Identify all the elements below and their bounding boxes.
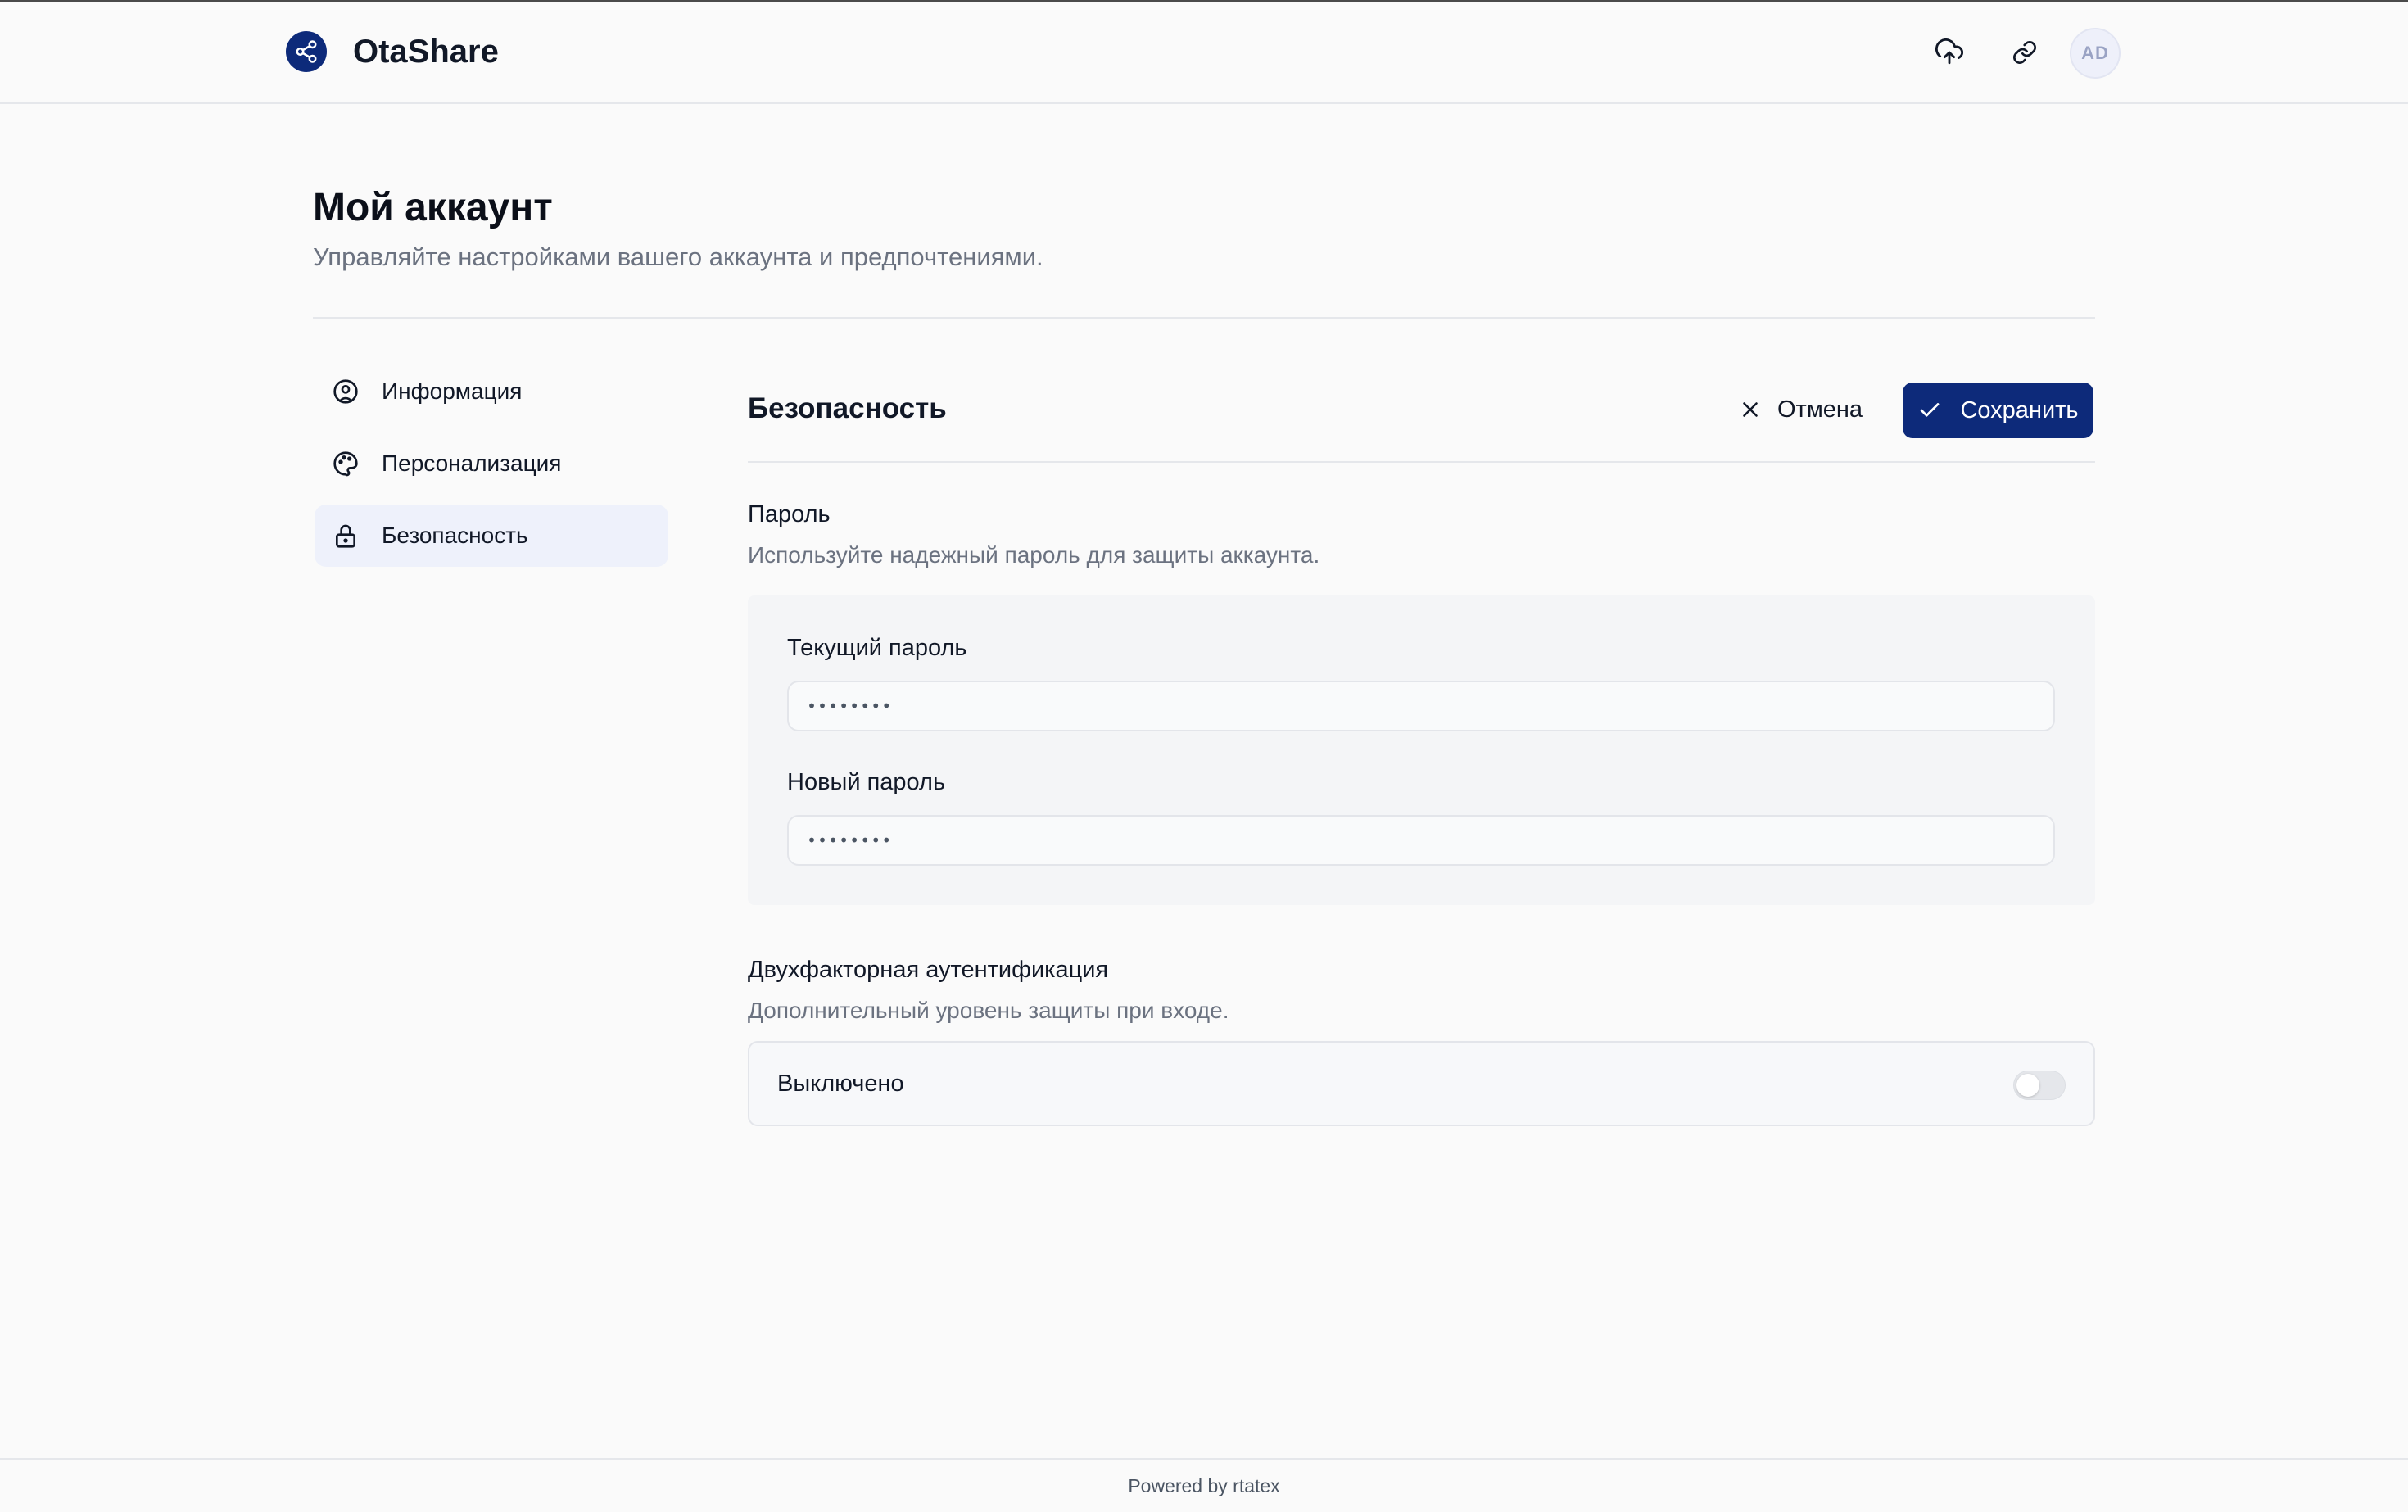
app-header: OtaShare AD [0, 2, 2408, 104]
lock-icon [329, 519, 362, 552]
cancel-button[interactable]: Отмена [1725, 382, 1876, 437]
new-password-input[interactable] [787, 815, 2055, 866]
save-label: Сохранить [1960, 396, 2079, 423]
password-heading: Пароль [748, 501, 831, 527]
twofa-hint: Дополнительный уровень защиты при входе. [748, 998, 1229, 1023]
cancel-label: Отмена [1777, 396, 1863, 423]
page-title: Мой аккаунт [313, 186, 553, 229]
avatar[interactable]: AD [2070, 28, 2121, 79]
app-name: OtaShare [353, 33, 499, 70]
twofa-status-label: Выключено [777, 1071, 904, 1097]
sidebar-item-label: Безопасность [382, 523, 528, 548]
twofa-heading: Двухфакторная аутентификация [748, 957, 1109, 983]
section-divider [748, 461, 2095, 463]
save-button[interactable]: Сохранить [1903, 383, 2093, 438]
link-icon[interactable] [2005, 33, 2044, 72]
twofa-toggle[interactable] [2013, 1071, 2066, 1100]
sidebar-item-label: Персонализация [382, 450, 562, 476]
twofa-row: Выключено [748, 1041, 2095, 1126]
check-icon [1917, 398, 1942, 423]
close-icon [1738, 397, 1763, 422]
new-password-label: Новый пароль [787, 769, 946, 795]
header-divider [313, 317, 2095, 319]
sidebar-item-security[interactable]: Безопасность [315, 505, 668, 567]
sidebar-item-personalization[interactable]: Персонализация [315, 432, 668, 495]
footer-text: Powered by rtatex [1128, 1474, 1280, 1496]
cloud-upload-icon[interactable] [1930, 33, 1969, 72]
current-password-label: Текущий пароль [787, 635, 967, 661]
footer: Powered by rtatex [0, 1458, 2408, 1512]
brand[interactable]: OtaShare [286, 31, 499, 72]
sidebar-item-label: Информация [382, 378, 523, 404]
section-title: Безопасность [748, 392, 947, 424]
sidebar-item-info[interactable]: Информация [315, 360, 668, 423]
current-password-input[interactable] [787, 681, 2055, 731]
user-circle-icon [329, 375, 362, 408]
palette-icon [329, 447, 362, 480]
page-subtitle: Управляйте настройками вашего аккаунта и… [313, 242, 1043, 271]
share-icon [286, 31, 327, 72]
password-hint: Используйте надежный пароль для защиты а… [748, 542, 1320, 568]
toggle-knob [2016, 1074, 2039, 1097]
